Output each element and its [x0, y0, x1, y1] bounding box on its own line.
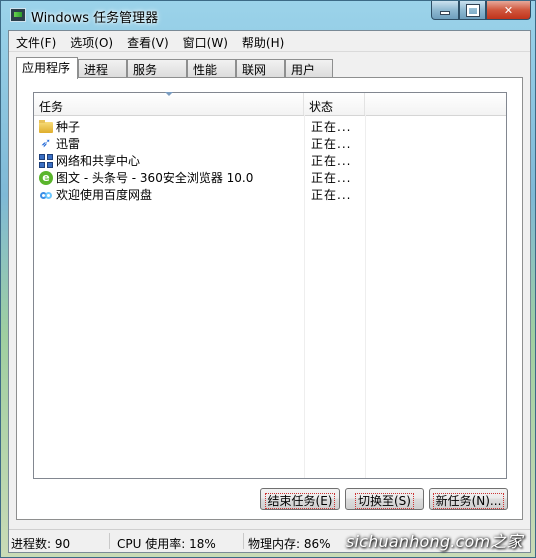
client-area: 文件(F) 选项(O) 查看(V) 窗口(W) 帮助(H) 应用程序 进程 服务… [8, 30, 531, 553]
task-name: 种子 [56, 120, 81, 134]
task-status: 正在... [311, 137, 352, 151]
maximize-icon [466, 4, 479, 16]
close-icon: ✕ [503, 3, 514, 17]
tab-networking[interactable]: 联网 [236, 59, 285, 77]
new-task-button[interactable]: 新任务(N)... [429, 488, 508, 510]
title-bar[interactable]: Windows 任务管理器 ✕ [1, 1, 536, 31]
task-cell: e 图文 - 头条号 - 360安全浏览器 10.0 [39, 169, 301, 186]
tab-applications[interactable]: 应用程序 [16, 57, 78, 79]
task-cell: ➶ 迅雷 [39, 135, 301, 152]
browser-e-icon: e [39, 170, 53, 185]
window-controls: ✕ [431, 1, 531, 20]
folder-icon [39, 120, 53, 133]
list-header: 任务 状态 [34, 92, 506, 116]
new-task-label: 新任务(N)... [432, 493, 505, 509]
menu-bar: 文件(F) 选项(O) 查看(V) 窗口(W) 帮助(H) [9, 31, 530, 51]
menu-options[interactable]: 选项(O) [63, 31, 120, 51]
switch-to-button[interactable]: 切换至(S) [345, 488, 424, 510]
task-status: 正在... [311, 154, 352, 168]
watermark: sichuanhong.com之家 [346, 532, 523, 551]
task-manager-icon [10, 8, 26, 22]
list-item[interactable]: ➶ 迅雷 正在... [34, 134, 506, 151]
tab-processes[interactable]: 进程 [78, 59, 127, 77]
tab-performance[interactable]: 性能 [187, 59, 236, 77]
switch-to-label: 切换至(S) [355, 493, 414, 509]
status-divider [109, 533, 110, 549]
cpu-usage: CPU 使用率: 18% [117, 537, 216, 551]
menu-file[interactable]: 文件(F) [9, 31, 63, 51]
tab-users[interactable]: 用户 [285, 59, 333, 77]
column-status[interactable]: 状态 [304, 93, 365, 115]
list-item[interactable]: 网络和共享中心 正在... [34, 151, 506, 168]
task-name: 网络和共享中心 [56, 154, 141, 168]
task-status: 正在... [311, 171, 352, 185]
close-button[interactable]: ✕ [486, 1, 531, 20]
menu-help[interactable]: 帮助(H) [235, 31, 291, 51]
task-cell: 网络和共享中心 [39, 152, 301, 169]
maximize-button[interactable] [459, 1, 486, 20]
task-cell: 种子 [39, 118, 301, 135]
end-task-label: 结束任务(E) [264, 493, 336, 509]
status-divider [243, 533, 244, 549]
task-name: 迅雷 [56, 137, 81, 151]
list-item[interactable]: 欢迎使用百度网盘 正在... [34, 185, 506, 202]
column-filler [365, 93, 506, 115]
memory-usage: 物理内存: 86% [248, 537, 331, 551]
baidu-cloud-icon [39, 188, 53, 202]
task-name: 欢迎使用百度网盘 [56, 188, 153, 202]
thunder-bird-icon: ➶ [40, 135, 52, 151]
task-status: 正在... [311, 188, 352, 202]
task-cell: 欢迎使用百度网盘 [39, 186, 301, 203]
list-item[interactable]: 种子 正在... [34, 117, 506, 134]
task-list[interactable]: 任务 状态 种子 正在... ➶ 迅雷 正在... 网络和共享中心 正在... … [33, 92, 507, 479]
minimize-button[interactable] [431, 1, 459, 20]
task-status: 正在... [311, 120, 352, 134]
list-item[interactable]: e 图文 - 头条号 - 360安全浏览器 10.0 正在... [34, 168, 506, 185]
minimize-icon [441, 12, 449, 14]
tab-services[interactable]: 服务 [127, 59, 187, 77]
window-title: Windows 任务管理器 [31, 11, 159, 26]
window-frame: Windows 任务管理器 ✕ 文件(F) 选项(O) 查看(V) 窗口(W) … [0, 0, 536, 558]
menu-divider [9, 51, 530, 52]
applications-panel: 任务 状态 种子 正在... ➶ 迅雷 正在... 网络和共享中心 正在... … [16, 77, 523, 520]
task-rows: 种子 正在... ➶ 迅雷 正在... 网络和共享中心 正在... e 图文 -… [34, 117, 506, 202]
process-count: 进程数: 90 [11, 537, 71, 551]
end-task-button[interactable]: 结束任务(E) [260, 488, 340, 510]
network-center-icon [39, 153, 53, 168]
task-name: 图文 - 头条号 - 360安全浏览器 10.0 [56, 171, 254, 185]
column-task[interactable]: 任务 [34, 93, 304, 115]
menu-window[interactable]: 窗口(W) [176, 31, 235, 51]
menu-view[interactable]: 查看(V) [120, 31, 176, 51]
